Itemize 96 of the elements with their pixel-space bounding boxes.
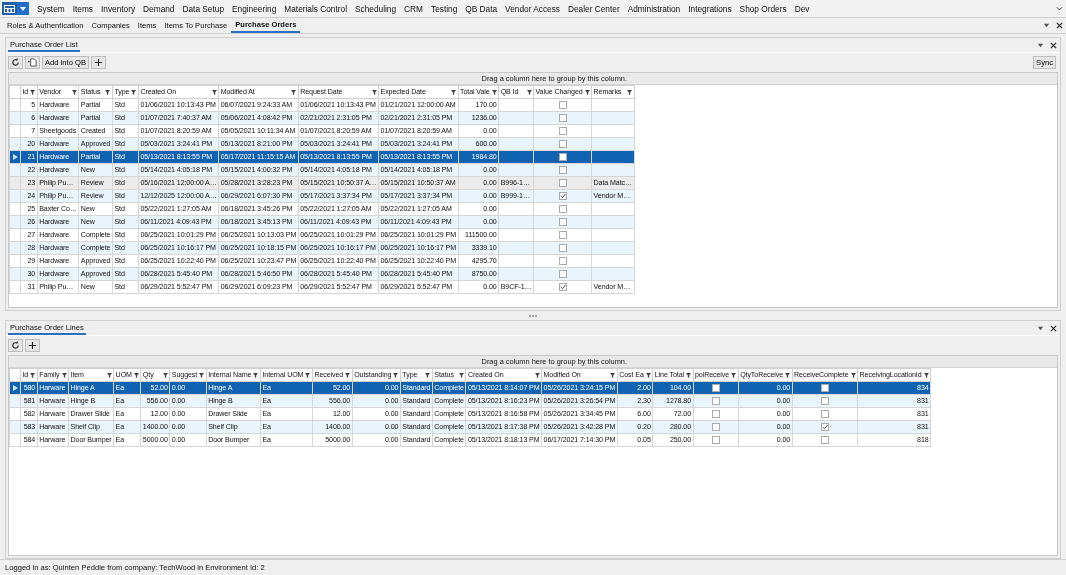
filter-icon[interactable] [162, 372, 168, 378]
checkbox[interactable] [558, 113, 567, 122]
refresh-button[interactable] [8, 56, 23, 69]
checkbox[interactable] [558, 165, 567, 174]
filter-icon[interactable] [253, 372, 259, 378]
checkbox[interactable] [558, 243, 567, 252]
filter-icon[interactable] [686, 372, 691, 378]
filter-icon[interactable] [106, 372, 112, 378]
filter-icon[interactable] [526, 89, 532, 95]
filter-icon[interactable] [731, 372, 737, 378]
close-icon[interactable] [1056, 22, 1063, 29]
filter-icon[interactable] [211, 89, 217, 95]
add-button[interactable] [25, 339, 40, 352]
checkbox[interactable] [711, 396, 720, 405]
filter-icon[interactable] [30, 89, 36, 95]
filter-icon[interactable] [451, 89, 456, 95]
checkbox[interactable] [558, 100, 567, 109]
checkbox[interactable] [711, 422, 720, 431]
add-icon [28, 341, 37, 350]
checkbox[interactable] [558, 139, 567, 148]
filter-icon[interactable] [610, 372, 616, 378]
menu-item[interactable]: Demand [139, 3, 179, 14]
menu-item[interactable]: Inventory [96, 3, 140, 14]
close-icon[interactable] [1050, 41, 1057, 49]
filter-icon[interactable] [71, 89, 77, 95]
checkbox[interactable] [558, 282, 567, 291]
filter-icon[interactable] [61, 372, 67, 378]
menu-item[interactable]: Data Setup [178, 3, 228, 14]
filter-icon[interactable] [371, 89, 377, 95]
checkbox[interactable] [558, 204, 567, 213]
menu-item[interactable]: Dev [790, 3, 814, 14]
filter-icon[interactable] [923, 372, 929, 378]
checkbox[interactable] [558, 269, 567, 278]
menu-item[interactable]: Items [68, 3, 97, 14]
filter-icon[interactable] [425, 372, 431, 378]
filter-icon[interactable] [345, 372, 351, 378]
app-logo-icon[interactable] [2, 2, 17, 15]
menu-item[interactable]: CRM [400, 3, 427, 14]
filter-icon[interactable] [584, 89, 590, 95]
menu-item[interactable]: QB Data [461, 3, 502, 14]
filter-icon[interactable] [131, 89, 137, 95]
menu-item[interactable]: Dealer Center [564, 3, 624, 14]
checkbox[interactable] [820, 409, 829, 418]
row-pointer-icon [12, 385, 18, 391]
filter-icon[interactable] [30, 372, 36, 378]
filter-icon[interactable] [291, 89, 297, 95]
menu-item[interactable]: Materials Control [280, 3, 351, 14]
checkbox[interactable] [711, 435, 720, 444]
checkbox[interactable] [820, 422, 829, 431]
checkbox[interactable] [820, 396, 829, 405]
refresh-icon [11, 341, 20, 350]
add-icon [93, 58, 103, 67]
new-document-button[interactable] [25, 56, 40, 69]
checkbox[interactable] [558, 217, 567, 226]
checkbox[interactable] [558, 230, 567, 239]
menu-item[interactable]: Vendor Access [501, 3, 564, 14]
filter-icon[interactable] [785, 372, 791, 378]
checkbox[interactable] [558, 152, 567, 161]
app-menu-dropdown[interactable] [17, 2, 29, 15]
filter-icon[interactable] [199, 372, 205, 378]
filter-icon[interactable] [491, 89, 497, 95]
filter-icon[interactable] [105, 89, 111, 95]
checkbox[interactable] [820, 435, 829, 444]
menu-item[interactable]: Scheduling [351, 3, 401, 14]
filter-icon[interactable] [133, 372, 139, 378]
menu-item[interactable]: Engineering [228, 3, 281, 14]
filter-icon[interactable] [458, 372, 464, 378]
chevron-down-icon[interactable] [1056, 5, 1063, 12]
checkbox[interactable] [558, 178, 567, 187]
splitter-grip-icon[interactable] [529, 314, 537, 317]
filter-icon[interactable] [645, 372, 651, 378]
caret-icon[interactable] [20, 6, 26, 11]
menu-item[interactable]: System [33, 3, 69, 14]
checkbox[interactable] [820, 383, 829, 392]
checkbox[interactable] [711, 383, 720, 392]
row-pointer-icon [12, 154, 18, 160]
close-icon[interactable] [1050, 324, 1057, 332]
filter-icon[interactable] [850, 372, 856, 378]
menu-item[interactable]: Shop Orders [735, 3, 791, 14]
dropdown-icon[interactable] [1043, 22, 1050, 29]
checkbox[interactable] [711, 409, 720, 418]
menu-item[interactable]: Testing [427, 3, 462, 14]
filter-icon[interactable] [305, 372, 311, 378]
menu-item[interactable]: Administration [623, 3, 685, 14]
filter-icon[interactable] [627, 89, 632, 95]
dropdown-icon[interactable] [1037, 41, 1044, 49]
refresh-icon [11, 58, 20, 67]
filter-icon[interactable] [534, 372, 540, 378]
add-button[interactable] [90, 56, 106, 69]
menu-item[interactable]: Integrations [684, 3, 736, 14]
checkbox[interactable] [558, 126, 567, 135]
checkbox[interactable] [558, 191, 567, 200]
dropdown-icon[interactable] [1037, 324, 1044, 332]
filter-icon[interactable] [393, 372, 399, 378]
refresh-button[interactable] [8, 339, 23, 352]
checkbox[interactable] [558, 256, 567, 265]
